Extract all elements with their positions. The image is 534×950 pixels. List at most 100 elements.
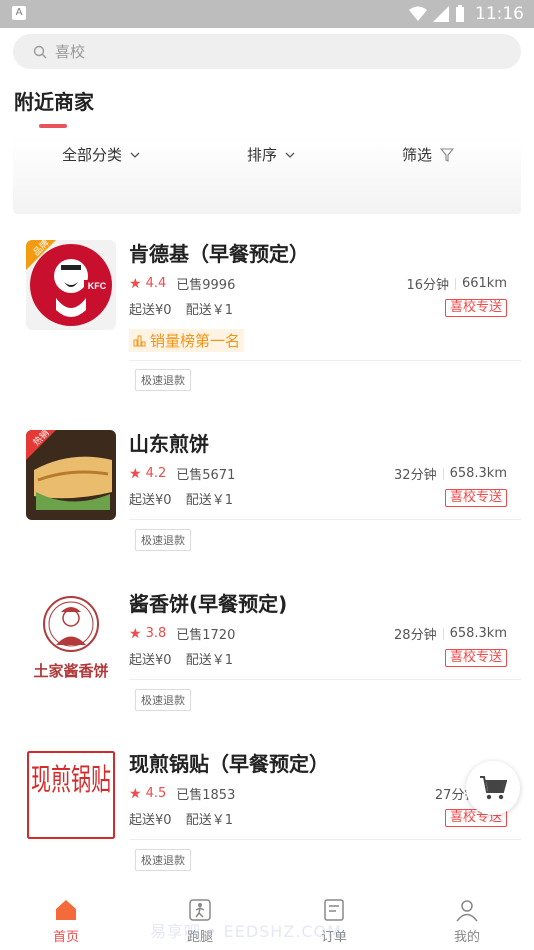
divider (129, 679, 521, 680)
rating-row: ★ 3.8 已售1720 (129, 624, 236, 644)
rating-value: 3.8 (145, 626, 167, 641)
min-order: 起送¥0 (129, 813, 172, 828)
filter-screen[interactable]: 筛选 (402, 144, 455, 165)
time-distance: 28分钟 658.3km (394, 624, 507, 643)
notification-badge: A (12, 6, 26, 20)
title-underline (39, 124, 67, 128)
rating-row: ★ 4.4 已售9996 (129, 274, 236, 294)
shop-card-kfc[interactable]: KFC 品牌 肯德基（早餐预定） ★ 4.4 已售9996 16分钟 661km… (0, 240, 534, 400)
filter-sort[interactable]: 排序 (247, 144, 295, 165)
filter-screen-label: 筛选 (402, 146, 433, 164)
rating-value: 4.5 (145, 786, 167, 801)
status-icons: 11:16 (409, 2, 524, 26)
star-icon: ★ (129, 785, 142, 802)
divider (129, 839, 521, 840)
shop-name: 肯德基（早餐预定） (129, 242, 309, 266)
delivery-fee: 配送￥1 (185, 303, 233, 318)
min-order: 起送¥0 (129, 493, 172, 508)
filter-category-label: 全部分类 (62, 146, 123, 164)
jianbing-logo: 热销 (26, 430, 116, 520)
status-bar: A 11:16 (0, 0, 534, 28)
rating-value: 4.2 (145, 466, 167, 481)
jiangxiangbing-logo-text: 土家酱香饼 (33, 662, 108, 680)
shop-name: 酱香饼(早餐预定) (129, 592, 288, 616)
delivery-fee: 配送￥1 (185, 813, 233, 828)
filter-sort-label: 排序 (247, 146, 278, 164)
sold-count: 已售1853 (176, 788, 236, 803)
rank-chart-icon (133, 335, 146, 347)
sold-count: 已售9996 (176, 278, 236, 293)
star-icon: ★ (129, 625, 142, 642)
rating-value: 4.4 (145, 276, 167, 291)
rank-tag: 销量榜第一名 (129, 329, 245, 352)
rating-row: ★ 4.2 已售5671 (129, 464, 236, 484)
rating-row: ★ 4.5 已售1853 (129, 784, 236, 804)
min-order: 起送¥0 (129, 303, 172, 318)
shop-name: 现煎锅贴（早餐预定） (129, 752, 329, 776)
shop-name: 山东煎饼 (129, 432, 209, 456)
min-order: 起送¥0 (129, 653, 172, 668)
home-icon (56, 900, 76, 920)
star-icon: ★ (129, 275, 142, 292)
tab-home-label: 首页 (52, 930, 79, 945)
rank-tag-label: 销量榜第一名 (150, 332, 241, 350)
fee-row: 起送¥0 配送￥1 (129, 489, 243, 508)
divider (129, 360, 521, 361)
time-distance: 32分钟 658.3km (394, 464, 507, 483)
wifi-icon (409, 6, 427, 21)
search-icon (33, 45, 47, 58)
search-placeholder: 喜校 (55, 43, 86, 61)
shop-card-jiangxiangbing[interactable]: 土家酱香饼 酱香饼(早餐预定) ★ 3.8 已售1720 28分钟 658.3k… (0, 590, 534, 750)
refund-tag: 极速退款 (135, 849, 191, 871)
separator (442, 467, 444, 480)
delivery-fee: 配送￥1 (185, 653, 233, 668)
tab-profile-label: 我的 (453, 930, 480, 945)
fee-row: 起送¥0 配送￥1 (129, 649, 243, 668)
refund-tag: 极速退款 (135, 689, 191, 711)
cart-button[interactable] (466, 761, 520, 815)
section-title: 附近商家 (14, 90, 94, 114)
fee-row: 起送¥0 配送￥1 (129, 809, 243, 828)
delivery-time: 16分钟 (406, 278, 449, 293)
star-icon: ★ (129, 465, 142, 482)
filter-bar: 全部分类 排序 筛选 (13, 136, 521, 214)
delivery-time: 32分钟 (394, 468, 437, 483)
shop-card-guotie[interactable]: 现煎锅贴 现煎锅贴（早餐预定） ★ 4.5 已售1853 27分钟 65 起送¥… (0, 750, 534, 910)
jiangxiangbing-logo: 土家酱香饼 (26, 590, 116, 680)
refund-tag: 极速退款 (135, 529, 191, 551)
signal-icon (433, 6, 449, 22)
delivery-tag: 喜校专送 (444, 299, 507, 317)
delivery-tag: 喜校专送 (444, 649, 507, 667)
delivery-time: 28分钟 (394, 628, 437, 643)
kfc-logo-text: KFC (88, 281, 107, 291)
distance: 658.3km (449, 466, 507, 481)
cart-icon (480, 776, 507, 800)
chevron-down-icon (285, 152, 295, 158)
kfc-logo: KFC 品牌 (26, 240, 116, 330)
tab-profile[interactable]: 我的 (427, 898, 507, 945)
tab-home[interactable]: 首页 (26, 898, 106, 945)
watermark: 易享吧 • EEDSHZ.COM (150, 922, 342, 941)
delivery-tag: 喜校专送 (444, 489, 507, 507)
filter-category[interactable]: 全部分类 (62, 144, 140, 165)
battery-icon (456, 5, 464, 22)
shop-card-jianbing[interactable]: 热销 山东煎饼 ★ 4.2 已售5671 32分钟 658.3km 起送¥0 配… (0, 430, 534, 590)
distance: 658.3km (449, 626, 507, 641)
sold-count: 已售1720 (176, 628, 236, 643)
clock: 11:16 (475, 4, 524, 24)
fee-row: 起送¥0 配送￥1 (129, 299, 243, 318)
sold-count: 已售5671 (176, 468, 236, 483)
delivery-fee: 配送￥1 (185, 493, 233, 508)
distance: 661km (461, 276, 507, 291)
divider (129, 519, 521, 520)
chevron-down-icon (130, 152, 140, 158)
guotie-logo: 现煎锅贴 (26, 750, 116, 840)
separator (442, 627, 444, 640)
filter-icon (440, 147, 455, 162)
guotie-logo-text: 现煎锅贴 (31, 763, 111, 798)
time-distance: 16分钟 661km (406, 274, 507, 293)
search-bar[interactable]: 喜校 (13, 34, 521, 69)
user-icon (456, 900, 478, 922)
refund-tag: 极速退款 (135, 369, 191, 391)
separator (454, 277, 456, 290)
